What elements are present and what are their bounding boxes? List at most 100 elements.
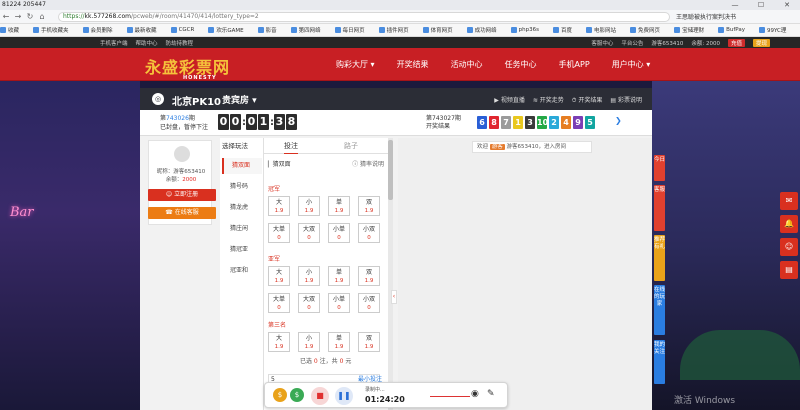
url-input[interactable]: https://kk.577268.com/pcweb/#/room/41470… bbox=[58, 11, 670, 22]
bet-option[interactable]: 小单 0 bbox=[328, 293, 350, 313]
bookmark-item[interactable]: 手机收藏夹 bbox=[33, 26, 76, 34]
bet-option[interactable]: 小单 0 bbox=[328, 223, 350, 243]
odds-rule-link[interactable]: ⓘ 猜率说明 bbox=[352, 159, 384, 168]
bookmark-item[interactable]: 每日网页 bbox=[334, 26, 372, 34]
tab-road[interactable]: 路子 bbox=[344, 141, 358, 151]
bet-option[interactable]: 小 1.9 bbox=[298, 332, 320, 352]
bookmark-item[interactable]: 最新收藏 bbox=[126, 26, 164, 34]
bet-option[interactable]: 单 1.9 bbox=[328, 196, 350, 216]
bell-icon[interactable]: 🔔 bbox=[780, 215, 798, 233]
play-type-item[interactable]: 猜冠亚 bbox=[222, 242, 262, 258]
pause-record-button[interactable]: ❚❚ bbox=[335, 387, 353, 405]
nav-item[interactable]: 手机APP bbox=[548, 48, 601, 81]
list-icon[interactable]: ▤ bbox=[780, 261, 798, 279]
bet-option[interactable]: 大 1.9 bbox=[268, 332, 290, 352]
home-icon[interactable]: ⌂ bbox=[36, 12, 48, 21]
play-type-item[interactable]: 冠亚和 bbox=[222, 263, 262, 279]
play-type-item[interactable]: 猜庄闲 bbox=[222, 221, 262, 237]
rules-link[interactable]: ▤ 彩票说明 bbox=[610, 95, 642, 105]
floating-tab[interactable]: 客服 bbox=[654, 185, 665, 231]
expand-results-icon[interactable]: ❯ bbox=[615, 116, 622, 125]
volume-line[interactable] bbox=[430, 396, 470, 397]
bookmark-item[interactable]: 插件网页 bbox=[378, 26, 416, 34]
withdraw-button[interactable]: 提现 bbox=[752, 38, 770, 47]
notice-link[interactable]: 平台公告 bbox=[621, 39, 643, 47]
bet-option[interactable]: 双 1.9 bbox=[358, 196, 380, 216]
floating-tab[interactable]: 今日 bbox=[654, 155, 665, 181]
bookmark-item[interactable]: 体育网页 bbox=[422, 26, 460, 34]
tab-bet[interactable]: 投注 bbox=[284, 141, 298, 155]
mail-icon[interactable]: ✉ bbox=[780, 192, 798, 210]
bet-option[interactable]: 大单 0 bbox=[268, 293, 290, 313]
pen-icon[interactable]: ✎ bbox=[487, 389, 495, 399]
play-type-item[interactable]: 猜龙虎 bbox=[222, 200, 262, 216]
stop-record-button[interactable]: ■ bbox=[311, 387, 329, 405]
face-icon[interactable]: ☺ bbox=[780, 238, 798, 256]
site-logo[interactable]: 永盛彩票网 HONESTY bbox=[145, 54, 230, 81]
recharge-button[interactable]: 充值 bbox=[727, 38, 745, 47]
nav-item[interactable]: 购彩大厅 ▾ bbox=[325, 48, 386, 81]
chip-icon[interactable]: $ bbox=[273, 388, 287, 402]
bookmark-item[interactable]: CGCR bbox=[170, 27, 202, 33]
bookmark-item[interactable]: 百度 bbox=[553, 26, 579, 34]
floating-tab[interactable]: 推荐有礼 bbox=[654, 235, 665, 281]
results-link[interactable]: ⏱ 开奖结果 bbox=[572, 95, 603, 105]
nav-item[interactable]: 开奖结果 bbox=[386, 48, 440, 81]
bookmark-item[interactable]: BufPay bbox=[718, 27, 752, 33]
bet-option[interactable]: 小双 0 bbox=[358, 223, 380, 243]
nav-item[interactable]: 任务中心 bbox=[494, 48, 548, 81]
register-button[interactable]: ☺ 立即注册 bbox=[148, 189, 216, 201]
scroll-thumb[interactable] bbox=[388, 140, 393, 200]
chip-icon-green[interactable]: $ bbox=[290, 388, 304, 402]
bet-option[interactable]: 双 1.9 bbox=[358, 332, 380, 352]
nav-item[interactable]: 用户中心 ▾ bbox=[601, 48, 662, 81]
bet-option[interactable]: 大双 0 bbox=[298, 223, 320, 243]
topbar-link[interactable]: 手机客户端 bbox=[100, 39, 128, 47]
room-select[interactable]: 贵宾房 ▾ bbox=[222, 93, 257, 106]
bookmark-item[interactable]: 第四网络 bbox=[290, 26, 328, 34]
back-icon[interactable]: ← bbox=[0, 12, 12, 21]
maximize-icon[interactable]: ☐ bbox=[748, 0, 774, 10]
forward-icon[interactable]: → bbox=[12, 12, 24, 21]
bookmark-item[interactable]: 成功网络 bbox=[466, 26, 504, 34]
trend-link[interactable]: ≋ 开奖走势 bbox=[533, 95, 564, 105]
bet-option[interactable]: 大 1.9 bbox=[268, 196, 290, 216]
minimize-icon[interactable]: — bbox=[722, 0, 748, 10]
bet-option[interactable]: 单 1.9 bbox=[328, 332, 350, 352]
bet-option[interactable]: 小 1.9 bbox=[298, 266, 320, 286]
bookmark-item[interactable]: 欢乐GAME bbox=[208, 26, 250, 34]
bookmark-item[interactable]: 收藏 bbox=[0, 26, 26, 34]
bookmark-item[interactable]: 99YC理 bbox=[758, 26, 793, 34]
bet-option[interactable]: 大双 0 bbox=[298, 293, 320, 313]
camera-icon[interactable]: ◉ bbox=[471, 389, 479, 399]
bookmark-item[interactable]: 宝储理财 bbox=[674, 26, 711, 34]
support-link[interactable]: 客服中心 bbox=[591, 39, 613, 47]
play-type-item[interactable]: 猜双面 bbox=[222, 158, 262, 174]
close-icon[interactable]: ✕ bbox=[774, 0, 800, 10]
bet-option[interactable]: 大单 0 bbox=[268, 223, 290, 243]
bet-option[interactable]: 大 1.9 bbox=[268, 266, 290, 286]
reload-icon[interactable]: ↻ bbox=[24, 12, 36, 21]
live-video-link[interactable]: ▶ 视频直播 bbox=[494, 95, 525, 105]
bookmark-item[interactable]: 会员删除 bbox=[82, 26, 120, 34]
bet-option[interactable]: 单 1.9 bbox=[328, 266, 350, 286]
username-link[interactable]: 游客653410 bbox=[651, 39, 683, 47]
main-nav: 购彩大厅 ▾ 开奖结果 活动中心 任务中心 手机APP 用户中心 ▾ bbox=[325, 48, 661, 81]
topbar-link[interactable]: 防劫持教程 bbox=[166, 39, 194, 47]
bookmark-item[interactable]: 电影网站 bbox=[586, 26, 623, 34]
bookmark-item[interactable]: 影音 bbox=[257, 26, 284, 34]
bet-option[interactable]: 小 1.9 bbox=[298, 196, 320, 216]
result-ball: 8 bbox=[489, 116, 499, 129]
floating-tab[interactable]: 我的关注 bbox=[654, 340, 665, 384]
bet-option[interactable]: 小双 0 bbox=[358, 293, 380, 313]
bookmark-item[interactable]: 免费网页 bbox=[630, 26, 667, 34]
search-suggestion[interactable]: 王思聪被执行案判决书 bbox=[670, 12, 800, 21]
service-button[interactable]: ☎ 在线客服 bbox=[148, 207, 216, 219]
bookmark-item[interactable]: php36s bbox=[510, 27, 546, 33]
collapse-icon[interactable]: ‹ bbox=[391, 290, 397, 304]
topbar-link[interactable]: 帮助中心 bbox=[136, 39, 158, 47]
bet-option[interactable]: 双 1.9 bbox=[358, 266, 380, 286]
floating-tab[interactable]: 在线的玩家 bbox=[654, 285, 665, 335]
play-type-item[interactable]: 猜号码 bbox=[222, 179, 262, 195]
nav-item[interactable]: 活动中心 bbox=[440, 48, 494, 81]
